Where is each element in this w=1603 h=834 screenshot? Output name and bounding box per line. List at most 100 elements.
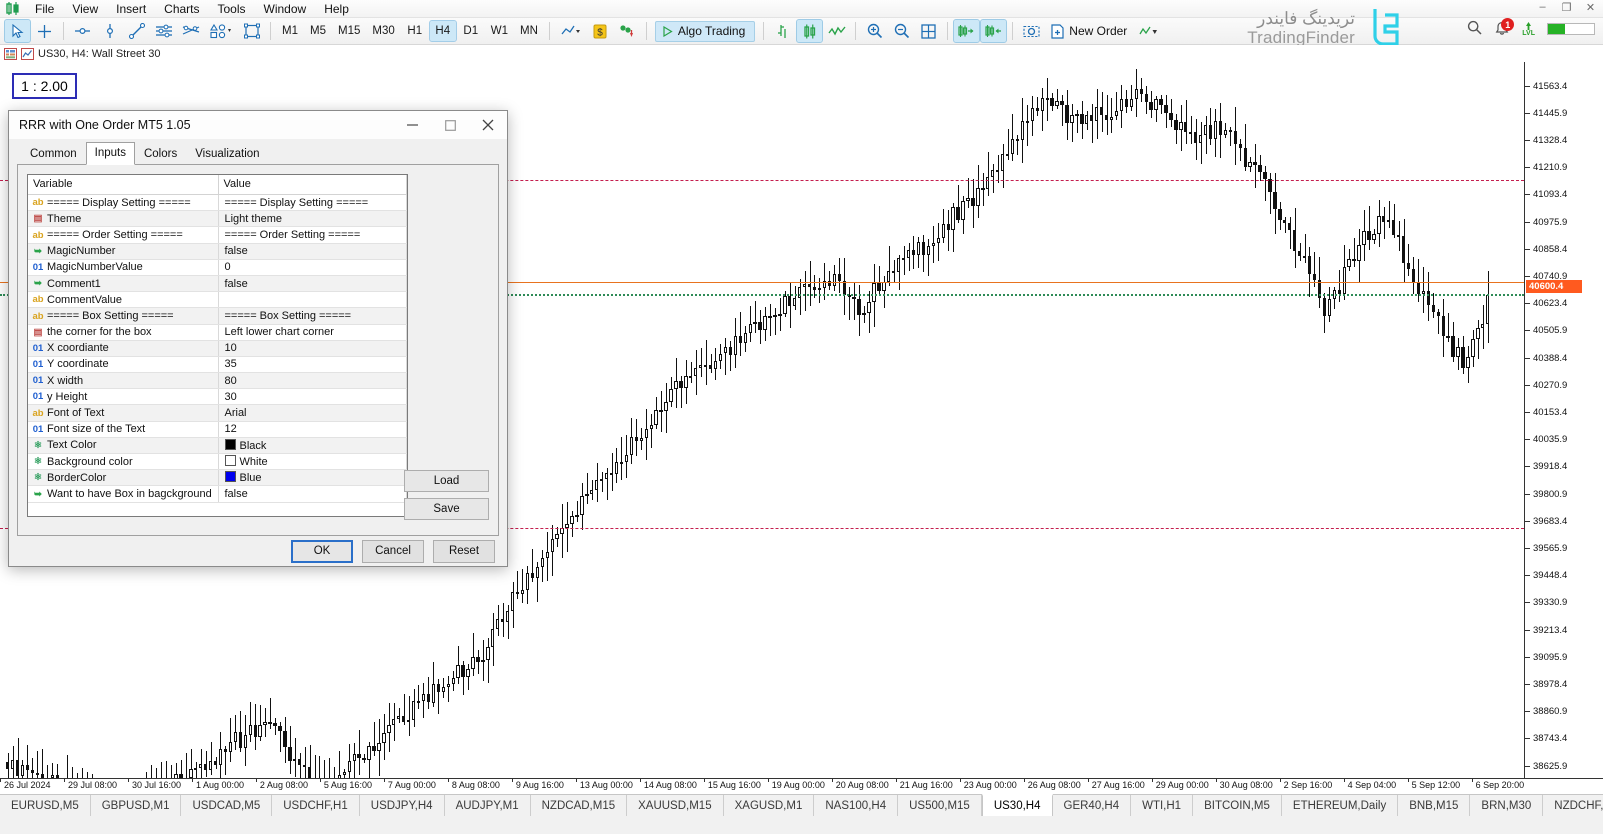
bell-icon[interactable]: 1 [1494, 21, 1510, 37]
symbol-tab[interactable]: WTI,H1 [1131, 795, 1193, 816]
grid-icon[interactable] [916, 20, 941, 42]
more-tools-icon[interactable] [1134, 20, 1164, 42]
crosshair-icon[interactable] [32, 20, 57, 42]
candlestick-icon[interactable] [797, 20, 822, 42]
ea-properties-dialog[interactable]: RRR with One Order MT5 1.05 Common Input… [8, 110, 508, 567]
inputs-value-cell[interactable]: 80 [218, 373, 407, 389]
symbol-tab[interactable]: GER40,H4 [1053, 795, 1132, 816]
timeframe-w1[interactable]: W1 [486, 21, 513, 41]
maximize-icon[interactable] [431, 111, 469, 139]
symbol-tab[interactable]: XAGUSD,M1 [724, 795, 815, 816]
search-icon[interactable] [1467, 20, 1482, 38]
horizontal-line-icon[interactable] [70, 20, 95, 42]
channel-icon[interactable] [151, 20, 176, 42]
algo-trading-button[interactable]: Algo Trading [655, 21, 755, 42]
inputs-value-cell[interactable]: 0 [218, 259, 407, 275]
symbol-tab[interactable]: US500,M15 [898, 795, 982, 816]
timeframe-h1[interactable]: H1 [402, 21, 428, 41]
symbol-tab[interactable]: US30,H4 [982, 794, 1053, 816]
inputs-row[interactable]: 01X coordiante10 [28, 340, 407, 356]
inputs-row[interactable]: ab===== Display Setting ========== Displ… [28, 195, 407, 211]
timeframe-m5[interactable]: M5 [305, 21, 331, 41]
inputs-value-cell[interactable] [218, 292, 407, 308]
ok-button[interactable]: OK [291, 540, 353, 563]
dialog-tabs[interactable]: Common Inputs Colors Visualization [17, 142, 499, 164]
inputs-value-cell[interactable]: false [218, 275, 407, 291]
inputs-value-cell[interactable]: Left lower chart corner [218, 324, 407, 340]
timeframe-h4[interactable]: H4 [430, 21, 456, 41]
symbol-tab[interactable]: BRN,M30 [1470, 795, 1543, 816]
symbol-tab[interactable]: NZDCHF,M1 [1543, 795, 1603, 816]
inputs-value-cell[interactable]: 35 [218, 356, 407, 372]
tab-colors[interactable]: Colors [135, 144, 186, 164]
menu-item-tools[interactable]: Tools [209, 0, 255, 18]
inputs-row[interactable]: ⚛BorderColorBlue [28, 470, 407, 486]
inputs-value-cell[interactable]: ===== Order Setting ===== [218, 227, 407, 243]
symbol-tab[interactable]: USDJPY,H4 [360, 795, 445, 816]
vertical-line-icon[interactable] [97, 20, 122, 42]
menu-item-window[interactable]: Window [255, 0, 316, 18]
symbol-tab[interactable]: XAUUSD,M15 [627, 795, 724, 816]
shapes-icon[interactable] [205, 20, 237, 42]
price-axis[interactable]: 41563.441445.941328.441210.941093.440975… [1524, 62, 1603, 778]
minimize-icon[interactable] [393, 111, 431, 139]
load-button[interactable]: Load [404, 470, 489, 492]
text-box-icon[interactable] [239, 20, 264, 42]
symbol-tabs[interactable]: EURUSD,M5GBPUSD,M1USDCAD,M5USDCHF,H1USDJ… [0, 795, 1603, 816]
zoom-in-icon[interactable] [862, 20, 887, 42]
reset-button[interactable]: Reset [433, 540, 495, 563]
inputs-grid[interactable]: Variable Value ab===== Display Setting =… [27, 174, 408, 517]
line-chart-icon[interactable] [556, 20, 586, 42]
inputs-row[interactable]: ▤ThemeLight theme [28, 211, 407, 227]
line-series-icon[interactable] [824, 20, 849, 42]
timeframe-m15[interactable]: M15 [333, 21, 365, 41]
inputs-value-cell[interactable]: Arial [218, 405, 407, 421]
inputs-row[interactable]: 01y Height30 [28, 389, 407, 405]
inputs-row[interactable]: ➥MagicNumberfalse [28, 243, 407, 259]
symbol-tab[interactable]: AUDJPY,M1 [445, 795, 531, 816]
symbol-tab[interactable]: BNB,M15 [1398, 795, 1470, 816]
inputs-value-cell[interactable]: ===== Display Setting ===== [218, 195, 407, 211]
tab-common[interactable]: Common [21, 144, 86, 164]
new-order-button[interactable]: New Order [1045, 21, 1133, 42]
inputs-value-cell[interactable]: Light theme [218, 211, 407, 227]
symbol-tab[interactable]: USDCHF,H1 [272, 795, 360, 816]
timeframe-mn[interactable]: MN [515, 21, 543, 41]
inputs-row[interactable]: ▤the corner for the boxLeft lower chart … [28, 324, 407, 340]
symbol-tab[interactable]: NAS100,H4 [814, 795, 898, 816]
inputs-row[interactable]: ⚛Text ColorBlack [28, 437, 407, 453]
timeframe-m1[interactable]: M1 [277, 21, 303, 41]
dollar-template-icon[interactable]: $ [588, 20, 613, 42]
symbol-tab[interactable]: NZDCAD,M15 [531, 795, 627, 816]
inputs-row[interactable]: 01MagicNumberValue0 [28, 259, 407, 275]
dialog-title-bar[interactable]: RRR with One Order MT5 1.05 [9, 111, 507, 139]
bar-chart-icon[interactable] [770, 20, 795, 42]
inputs-value-cell[interactable]: Black [218, 437, 407, 453]
inputs-row[interactable]: 01Y coordinate35 [28, 356, 407, 372]
symbol-tab[interactable]: EURUSD,M5 [0, 795, 91, 816]
inputs-value-cell[interactable]: false [218, 486, 407, 502]
inputs-row[interactable]: abCommentValue [28, 292, 407, 308]
cursor-icon[interactable] [5, 20, 30, 42]
tab-inputs[interactable]: Inputs [86, 142, 135, 165]
inputs-row[interactable]: 01X width80 [28, 373, 407, 389]
inputs-value-cell[interactable]: 30 [218, 389, 407, 405]
time-axis[interactable]: 26 Jul 202429 Jul 08:0030 Jul 16:001 Aug… [0, 778, 1603, 794]
symbol-tab[interactable]: BITCOIN,M5 [1193, 795, 1282, 816]
timeframe-m30[interactable]: M30 [367, 21, 399, 41]
symbol-tab[interactable]: USDCAD,M5 [181, 795, 272, 816]
inputs-value-cell[interactable]: White [218, 454, 407, 470]
menu-item-insert[interactable]: Insert [107, 0, 155, 18]
chart-shift-icon[interactable] [954, 20, 979, 42]
symbol-tab[interactable]: ETHEREUM,Daily [1282, 795, 1398, 816]
timeframe-d1[interactable]: D1 [458, 21, 484, 41]
auto-scroll-icon[interactable] [981, 20, 1006, 42]
inputs-row[interactable]: ➥Comment1false [28, 275, 407, 291]
inputs-row[interactable]: ab===== Order Setting ========== Order S… [28, 227, 407, 243]
symbol-tab[interactable]: GBPUSD,M1 [91, 795, 182, 816]
menu-item-file[interactable]: File [26, 0, 63, 18]
trendline-icon[interactable] [124, 20, 149, 42]
menu-item-charts[interactable]: Charts [155, 0, 208, 18]
indicators-icon[interactable] [615, 20, 640, 42]
inputs-value-cell[interactable]: 10 [218, 340, 407, 356]
